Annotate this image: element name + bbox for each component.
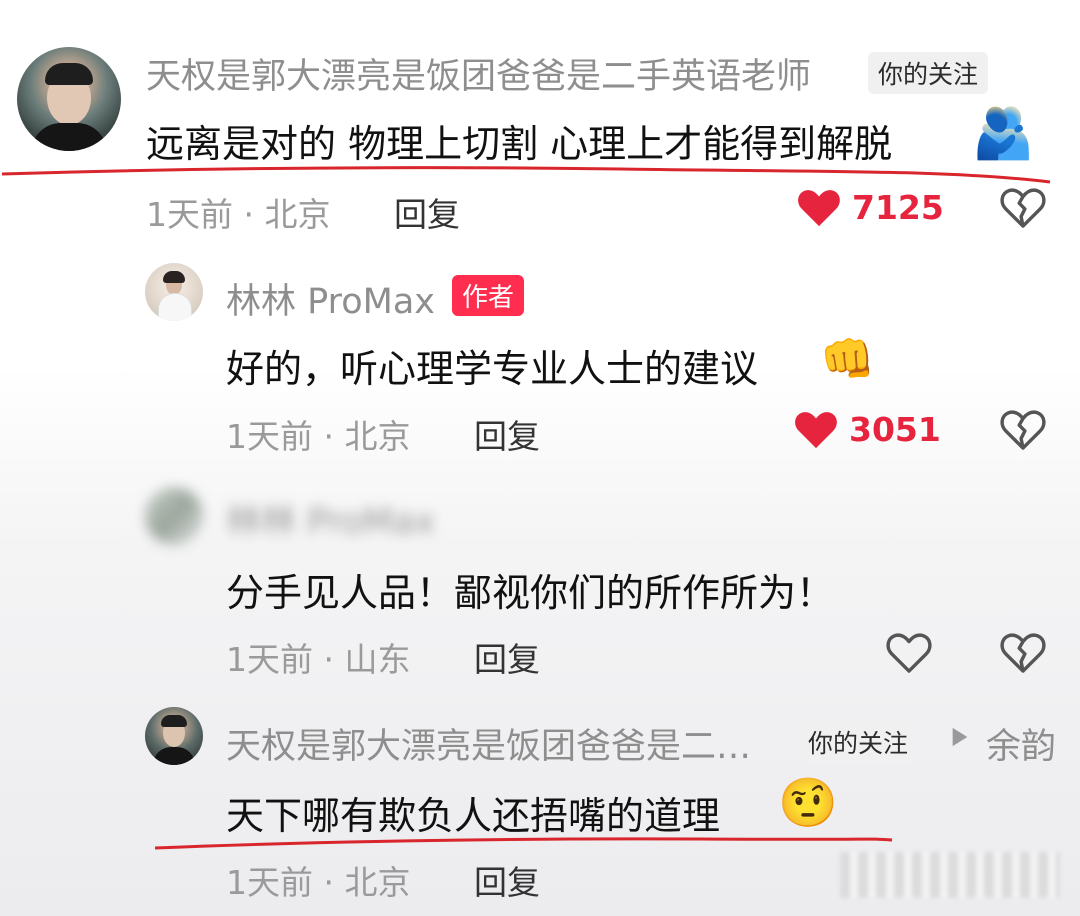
comment-time-location: 1天前 · 山东 xyxy=(226,640,411,679)
comment-username[interactable]: 天权是郭大漂亮是饭团爸爸是二手英语老师 xyxy=(146,48,811,99)
fist-bump-emoji-icon: 👊 xyxy=(820,334,875,385)
comment-username[interactable]: 天权是郭大漂亮是饭团爸爸是二… xyxy=(226,718,751,769)
reply-button[interactable]: 回复 xyxy=(474,633,540,681)
watermark-overlay xyxy=(840,852,1060,898)
avatar[interactable] xyxy=(145,487,203,545)
avatar[interactable] xyxy=(145,707,203,765)
heart-outline-icon[interactable] xyxy=(886,631,932,673)
comment-text: 好的，听心理学专业人士的建议 xyxy=(226,347,759,391)
comment-username[interactable]: 林林 ProMax xyxy=(226,273,435,324)
reply-to-username[interactable]: 余韵 xyxy=(986,718,1056,769)
reply-button[interactable]: 回复 xyxy=(474,410,540,458)
hug-emoji-icon: 🫂 xyxy=(972,104,1035,162)
reply-button[interactable]: 回复 xyxy=(474,856,540,904)
thinking-emoji-icon: 🤨 xyxy=(778,775,838,831)
like-count: 7125 xyxy=(852,188,944,227)
broken-heart-icon[interactable] xyxy=(1000,408,1046,450)
comment-time-location: 1天前 · 北京 xyxy=(146,195,331,234)
heart-filled-icon[interactable] xyxy=(793,408,839,450)
comment-time-location: 1天前 · 北京 xyxy=(226,863,411,902)
avatar[interactable] xyxy=(17,47,121,151)
comment-time-location: 1天前 · 北京 xyxy=(226,417,411,456)
follow-tag: 你的关注 xyxy=(868,52,989,94)
reply-button[interactable]: 回复 xyxy=(394,188,460,236)
heart-filled-icon[interactable] xyxy=(796,186,842,228)
red-underline xyxy=(1,166,1051,184)
comment-text: 分手见人品！鄙视你们的所作所为！ xyxy=(226,571,835,615)
comment-username[interactable]: 林林 ProMax xyxy=(226,493,435,544)
like-count: 3051 xyxy=(849,410,941,449)
play-triangle-icon xyxy=(952,727,968,747)
broken-heart-icon[interactable] xyxy=(1000,186,1046,228)
avatar[interactable] xyxy=(145,263,203,321)
author-tag: 作者 xyxy=(452,275,525,316)
broken-heart-icon[interactable] xyxy=(1000,631,1046,673)
follow-tag: 你的关注 xyxy=(798,721,919,763)
